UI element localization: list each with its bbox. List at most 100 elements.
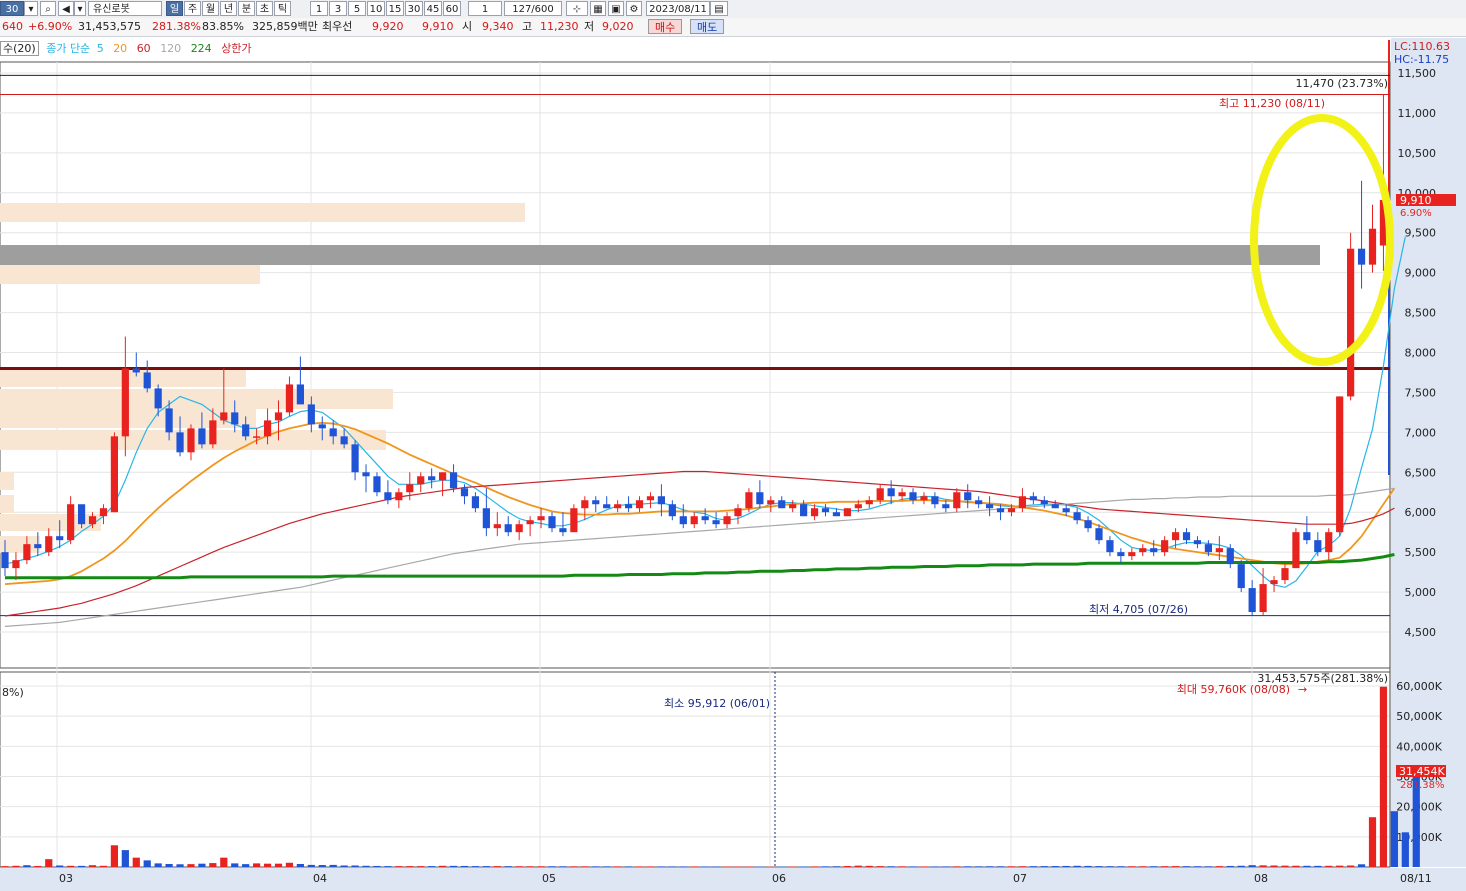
candle-body — [1171, 532, 1180, 541]
volume-bar — [384, 866, 392, 867]
minute-button-45[interactable]: 45 — [424, 1, 442, 16]
volume-bar — [220, 857, 228, 867]
gear-icon[interactable]: ⚙ — [626, 1, 642, 16]
period-button-3[interactable]: 년 — [220, 1, 237, 16]
count-value: 1 — [481, 4, 489, 15]
candle-body — [854, 504, 862, 509]
volume-bar — [1325, 865, 1333, 867]
time-tick-label: 04 — [313, 872, 327, 885]
candle-body — [964, 492, 972, 501]
current-change: 6.90% — [1400, 208, 1432, 219]
candle-body — [132, 368, 140, 373]
sell-button[interactable]: 매도 — [690, 19, 725, 34]
candle-body — [77, 504, 86, 525]
candle-body — [646, 496, 655, 501]
volume-current-total: 31,453,575주(281.38%) — [1257, 672, 1388, 685]
volume-bar — [898, 866, 906, 867]
minute-button-1[interactable]: 1 — [310, 1, 328, 16]
candle-body — [1040, 500, 1048, 505]
candle-body — [1018, 496, 1027, 509]
legend-upper-limit: 상한가 — [221, 42, 252, 55]
count-input[interactable]: 1 — [468, 1, 502, 16]
period-button-6[interactable]: 틱 — [274, 1, 291, 16]
volume-bar — [1237, 865, 1245, 867]
candle-body — [263, 420, 272, 437]
open: 9,340 — [482, 20, 514, 33]
candle-body — [1357, 248, 1366, 265]
volume-bar — [1073, 865, 1081, 867]
period-button-0[interactable]: 일 — [166, 1, 183, 16]
price-tick-label: 5,500 — [1405, 546, 1437, 559]
volume-bar — [132, 857, 140, 867]
candle-body — [1226, 548, 1234, 565]
candle-body — [603, 504, 611, 509]
legend-ma120: 120 — [160, 42, 182, 55]
candle-body — [231, 412, 239, 425]
dropdown-arrow-icon[interactable]: ▾ — [74, 1, 86, 16]
volume-bar — [1182, 866, 1191, 867]
volume-current-value: 31,454K — [1399, 765, 1445, 778]
volume-tick-label: 30,000K — [1396, 771, 1442, 784]
candle-body — [67, 504, 75, 541]
candle-body — [1204, 544, 1212, 553]
buy-button[interactable]: 매수 — [648, 19, 683, 34]
volume-bar — [154, 863, 162, 867]
dropdown-arrow-icon[interactable]: ▾ — [24, 1, 38, 16]
volume: 31,453,575 — [78, 20, 141, 33]
period-code-select[interactable]: 30 — [0, 1, 24, 16]
volume-bar — [581, 866, 589, 867]
calendar-icon[interactable]: ▤ — [710, 1, 728, 16]
save-icon[interactable]: ▣ — [608, 1, 624, 16]
minute-button-60[interactable]: 60 — [443, 1, 461, 16]
volume-bar — [318, 865, 326, 867]
minute-button-3[interactable]: 3 — [329, 1, 347, 16]
volume-profile-zone — [0, 409, 256, 428]
candle-body — [439, 472, 447, 481]
minute-button-30[interactable]: 30 — [405, 1, 423, 16]
cursor-icon[interactable]: ⊹ — [566, 1, 588, 16]
volume-bar — [471, 866, 480, 867]
volume-bar — [887, 866, 895, 867]
volume-bar — [296, 863, 304, 867]
minute-button-10[interactable]: 10 — [367, 1, 385, 16]
bar-count: 127/600 — [512, 4, 554, 15]
price-chart[interactable]: 4,500 5,000 5,500 6,000 6,500 7,000 7,500 8,000… — [0, 0, 1466, 891]
date-field[interactable]: 2023/08/11 — [646, 1, 710, 16]
period-button-1[interactable]: 주 — [184, 1, 201, 16]
volume-bar — [1018, 866, 1027, 867]
legend-prefix[interactable]: 수(20) — [0, 41, 39, 56]
candle-body — [274, 412, 283, 421]
candle-body — [99, 508, 108, 517]
minute-button-5[interactable]: 5 — [348, 1, 366, 16]
period-button-5[interactable]: 초 — [256, 1, 273, 16]
volume-bar — [67, 865, 75, 867]
volume-bar — [56, 865, 64, 867]
price-panel — [0, 61, 1391, 669]
legend-ma224: 224 — [190, 42, 212, 55]
candle-body — [1007, 508, 1016, 513]
candle-body — [756, 492, 764, 505]
search-icon[interactable]: ⌕ — [40, 1, 56, 16]
grid-icon[interactable]: ▦ — [590, 1, 606, 16]
candle-body — [767, 500, 775, 505]
candle-body — [800, 504, 808, 517]
price-tick-label: 11,500 — [1398, 67, 1437, 80]
candle-body — [1073, 512, 1081, 521]
candle-body — [1281, 568, 1289, 581]
volume-bar — [723, 866, 731, 867]
speaker-icon[interactable]: ◀ — [58, 1, 74, 16]
minute-button-15[interactable]: 15 — [386, 1, 404, 16]
volume-ratio-partial: 8%) — [2, 686, 24, 699]
candle-body — [570, 508, 578, 533]
period-button-2[interactable]: 월 — [202, 1, 219, 16]
candle-body — [865, 500, 873, 505]
volume-bar — [253, 863, 261, 867]
candle-body — [1051, 504, 1059, 509]
price-tick-label: 10,000 — [1398, 187, 1437, 200]
volume-bar — [1401, 832, 1409, 867]
candle-body — [898, 492, 906, 497]
bar-count-field[interactable]: 127/600 — [504, 1, 562, 16]
period-button-4[interactable]: 분 — [238, 1, 255, 16]
volume-bar — [964, 866, 972, 867]
stock-name-field[interactable]: 유신로봇 — [88, 1, 162, 16]
